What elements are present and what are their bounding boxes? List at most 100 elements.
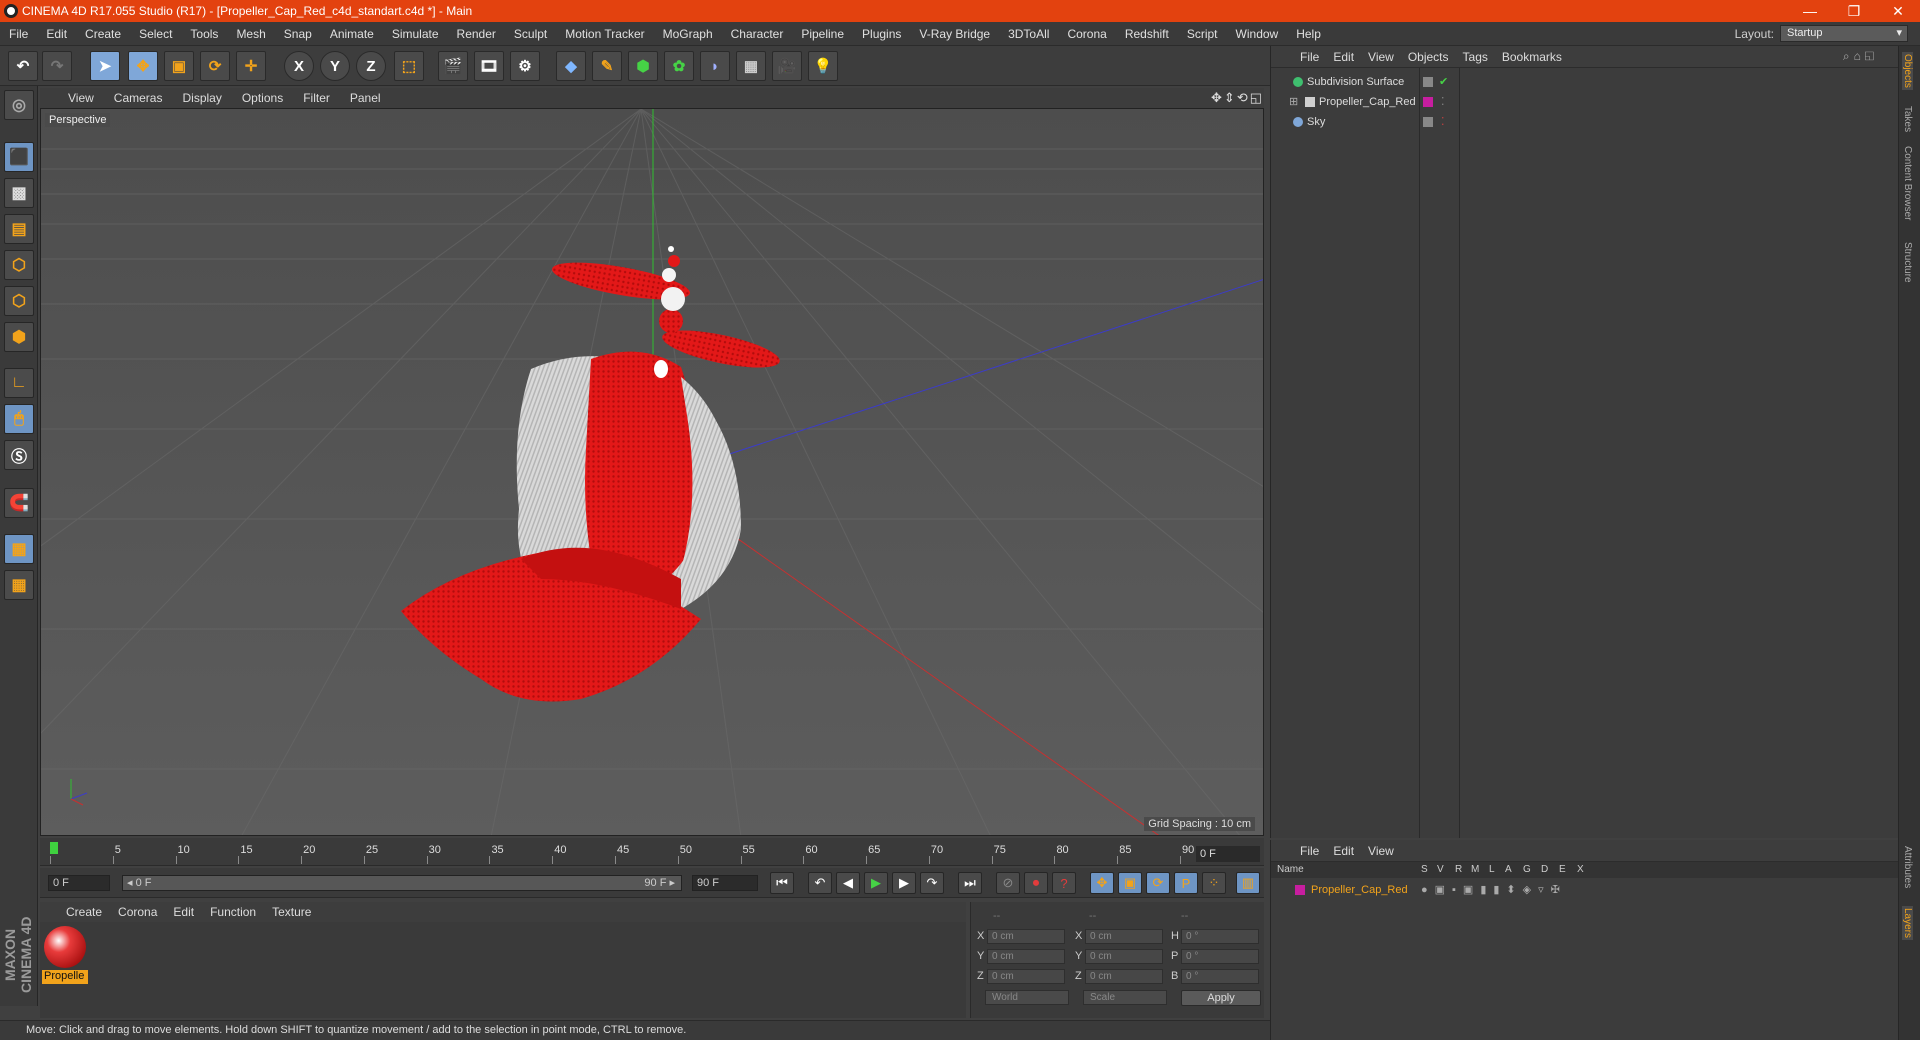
menu-simulate[interactable]: Simulate: [383, 27, 448, 41]
position-z-field[interactable]: 0 cm: [987, 969, 1065, 984]
layer-color-icon[interactable]: [1295, 885, 1305, 895]
material-tag-icon[interactable]: [1423, 97, 1433, 107]
timeline-window-icon[interactable]: ▥: [1236, 872, 1260, 894]
z-axis-button[interactable]: Z: [356, 51, 386, 81]
menu-render[interactable]: Render: [448, 27, 505, 41]
rotation-b-field[interactable]: 0 °: [1181, 969, 1259, 984]
viewport-menu-panel[interactable]: Panel: [340, 91, 391, 105]
record-disabled-icon[interactable]: ⊘: [996, 872, 1020, 894]
coordinate-mode-dropdown[interactable]: World: [985, 990, 1069, 1005]
start-frame-field[interactable]: 0 F: [48, 875, 110, 891]
menu-help[interactable]: Help: [1287, 27, 1330, 41]
visibility-toggle-icon[interactable]: [1423, 77, 1433, 87]
object-manager-search-icon[interactable]: ⌕⌂◱: [1836, 49, 1885, 64]
layers-menu-view[interactable]: View: [1361, 844, 1401, 858]
menu-animate[interactable]: Animate: [321, 27, 383, 41]
key-rotation-icon[interactable]: ⟳: [1146, 872, 1170, 894]
subdivision-icon[interactable]: ⬢: [628, 51, 658, 81]
x-axis-button[interactable]: X: [284, 51, 314, 81]
viewport-nav-icons[interactable]: ✥⇕⟲◱: [1211, 90, 1264, 106]
undo-icon[interactable]: ↶: [8, 51, 38, 81]
tab-takes[interactable]: Takes: [1902, 106, 1913, 132]
make-editable-icon[interactable]: ◎: [4, 90, 34, 120]
current-frame-field[interactable]: 0 F: [1196, 846, 1260, 862]
points-mode-icon[interactable]: ⬡: [4, 250, 34, 280]
viewport-menu-cameras[interactable]: Cameras: [104, 91, 173, 105]
frame-range-slider[interactable]: ◂ 0 F 90 F ▸: [122, 875, 682, 891]
layer-flag-icons[interactable]: ●▣▪▣▮▮⬍◈▿✠: [1421, 880, 1567, 900]
menu-vray-bridge[interactable]: V-Ray Bridge: [910, 27, 999, 41]
material-menu-corona[interactable]: Corona: [110, 905, 165, 919]
layer-dot-icon[interactable]: ⁚: [1441, 92, 1445, 112]
visibility-toggle-icon[interactable]: [1423, 117, 1433, 127]
key-pla-icon[interactable]: ⁘: [1202, 872, 1226, 894]
material-menu-edit[interactable]: Edit: [165, 905, 202, 919]
redo-icon[interactable]: ↷: [42, 51, 72, 81]
select-tool-icon[interactable]: ➤: [90, 51, 120, 81]
render-picture-viewer-icon[interactable]: 🎞: [474, 51, 504, 81]
objects-menu-tags[interactable]: Tags: [1456, 50, 1495, 64]
menu-script[interactable]: Script: [1178, 27, 1227, 41]
objects-menu-bookmarks[interactable]: Bookmarks: [1495, 50, 1569, 64]
perspective-viewport[interactable]: Perspective Grid Spacing : 10 cm: [40, 108, 1264, 836]
layer-row[interactable]: Propeller_Cap_Red ●▣▪▣▮▮⬍◈▿✠: [1271, 880, 1899, 900]
autokey-icon[interactable]: ?: [1052, 872, 1076, 894]
menu-snap[interactable]: Snap: [275, 27, 321, 41]
objects-menu-objects[interactable]: Objects: [1401, 50, 1456, 64]
tab-attributes[interactable]: Attributes: [1902, 846, 1913, 888]
apply-button[interactable]: Apply: [1181, 990, 1261, 1006]
move-tool-icon[interactable]: ✥: [128, 51, 158, 81]
expand-icon[interactable]: ⊞: [1289, 92, 1298, 112]
spline-pen-icon[interactable]: ✎: [592, 51, 622, 81]
key-parameter-icon[interactable]: P: [1174, 872, 1198, 894]
polygons-mode-icon[interactable]: ⬢: [4, 322, 34, 352]
material-menu-create[interactable]: Create: [58, 905, 110, 919]
tweak-mode-icon[interactable]: 🖱: [4, 404, 34, 434]
size-y-field[interactable]: 0 cm: [1085, 949, 1163, 964]
viewport-menu-view[interactable]: View: [58, 91, 104, 105]
tab-layers[interactable]: Layers: [1902, 906, 1913, 941]
deformer-icon[interactable]: ◗: [700, 51, 730, 81]
menu-motion-tracker[interactable]: Motion Tracker: [556, 27, 653, 41]
menu-character[interactable]: Character: [722, 27, 793, 41]
timeline[interactable]: 051015202530354045505560657075808590 0 F: [40, 838, 1264, 866]
menu-tools[interactable]: Tools: [181, 27, 227, 41]
material-menu-function[interactable]: Function: [202, 905, 264, 919]
edges-mode-icon[interactable]: ⬡: [4, 286, 34, 316]
menu-select[interactable]: Select: [130, 27, 181, 41]
coordinate-system-icon[interactable]: ⬚: [394, 51, 424, 81]
solo-mode-icon[interactable]: Ⓢ: [4, 440, 34, 470]
layout-dropdown[interactable]: Startup: [1780, 25, 1908, 42]
menu-window[interactable]: Window: [1227, 27, 1288, 41]
menu-mesh[interactable]: Mesh: [227, 27, 274, 41]
go-to-start-icon[interactable]: ⏮: [770, 872, 794, 894]
material-menu-texture[interactable]: Texture: [264, 905, 319, 919]
tab-structure[interactable]: Structure: [1902, 242, 1913, 283]
record-active-icon[interactable]: ⏺: [1024, 872, 1048, 894]
axis-mode-icon[interactable]: ∟: [4, 368, 34, 398]
menu-file[interactable]: File: [0, 27, 37, 41]
planar-workplane-icon[interactable]: ▦: [4, 570, 34, 600]
size-mode-dropdown[interactable]: Scale: [1083, 990, 1167, 1005]
menu-sculpt[interactable]: Sculpt: [505, 27, 556, 41]
object-row-sky[interactable]: Sky ⁚: [1271, 112, 1899, 132]
tab-content-browser[interactable]: Content Browser: [1902, 146, 1913, 220]
object-row-propeller-cap[interactable]: ⊞ Propeller_Cap_Red ⁚: [1271, 92, 1899, 112]
playhead-marker[interactable]: [50, 842, 58, 854]
viewport-menu-display[interactable]: Display: [172, 91, 231, 105]
viewport-menu-options[interactable]: Options: [232, 91, 293, 105]
menu-3dtoall[interactable]: 3DToAll: [999, 27, 1058, 41]
material-preview-icon[interactable]: [44, 926, 86, 968]
viewport-menu-filter[interactable]: Filter: [293, 91, 340, 105]
menu-pipeline[interactable]: Pipeline: [792, 27, 853, 41]
minimize-button[interactable]: —: [1788, 0, 1832, 22]
cloner-icon[interactable]: ✿: [664, 51, 694, 81]
rotate-tool-icon[interactable]: ⟳: [200, 51, 230, 81]
previous-key-icon[interactable]: ↶: [808, 872, 832, 894]
play-forward-icon[interactable]: ▶: [864, 872, 888, 894]
scale-tool-icon[interactable]: ▣: [164, 51, 194, 81]
go-to-end-icon[interactable]: ⏭: [958, 872, 982, 894]
end-frame-field[interactable]: 90 F: [692, 875, 758, 891]
key-scale-icon[interactable]: ▣: [1118, 872, 1142, 894]
tab-objects[interactable]: Objects: [1902, 52, 1913, 90]
